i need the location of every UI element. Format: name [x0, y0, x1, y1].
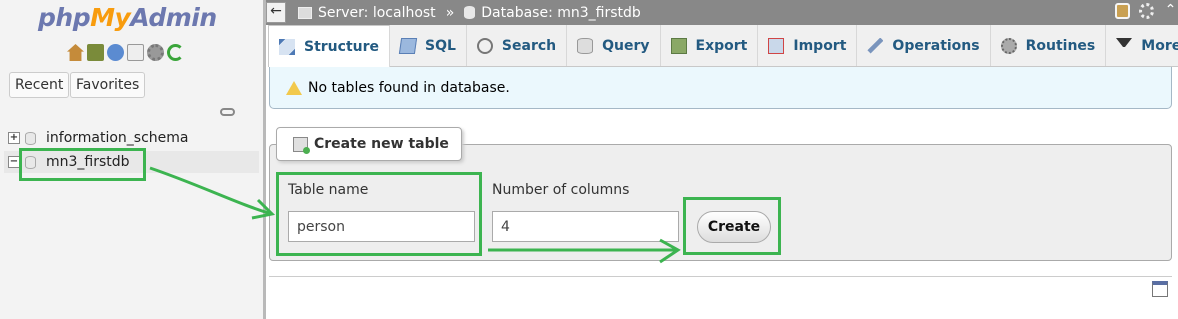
- annotation-arrows: [149, 166, 681, 264]
- console-icon[interactable]: [1152, 281, 1168, 297]
- divider: [269, 276, 1172, 277]
- arrow-db-to-table-name: [149, 166, 273, 216]
